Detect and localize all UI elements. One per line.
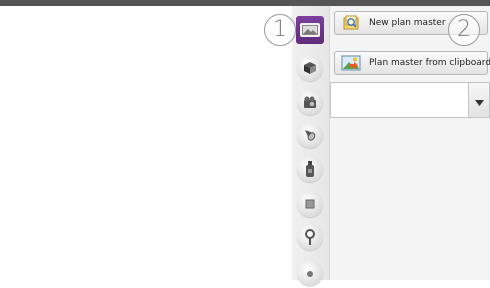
drawing-canvas[interactable] xyxy=(0,6,292,280)
tool-tab-strip xyxy=(292,6,329,286)
tab-lights[interactable] xyxy=(295,120,325,150)
plan-image-icon xyxy=(300,23,320,37)
callout-2: 2 xyxy=(448,14,480,46)
cube-icon xyxy=(297,55,323,81)
spotlight-icon xyxy=(297,122,323,148)
dropdown-field[interactable] xyxy=(330,82,469,118)
camera-icon xyxy=(297,89,323,115)
pin-icon xyxy=(297,224,323,250)
tab-markers[interactable] xyxy=(295,222,325,252)
plan-master-from-clipboard-label: Plan master from clipboard xyxy=(369,58,490,68)
square-icon xyxy=(297,191,323,217)
dropdown-arrow-button[interactable] xyxy=(469,82,490,118)
partial-icon xyxy=(297,260,323,286)
callout-1: 1 xyxy=(264,14,296,46)
chevron-down-icon xyxy=(474,91,484,110)
tab-plan-master[interactable] xyxy=(296,16,324,44)
plan-master-panel: New plan master Plan master from clipboa… xyxy=(329,6,490,280)
tab-more[interactable] xyxy=(295,258,325,288)
callout-2-number: 2 xyxy=(457,17,471,42)
plan-master-dropdown[interactable] xyxy=(330,82,490,118)
callout-1-number: 1 xyxy=(273,17,287,42)
clipboard-image-icon xyxy=(341,55,361,71)
new-plan-icon xyxy=(341,15,361,31)
tab-objects[interactable] xyxy=(295,53,325,83)
tab-cameras[interactable] xyxy=(295,87,325,117)
bottle-icon xyxy=(297,156,323,182)
plan-master-from-clipboard-button[interactable]: Plan master from clipboard xyxy=(334,51,490,75)
new-plan-master-label: New plan master xyxy=(369,18,446,28)
tab-surfaces[interactable] xyxy=(295,189,325,219)
tab-materials[interactable] xyxy=(295,154,325,184)
